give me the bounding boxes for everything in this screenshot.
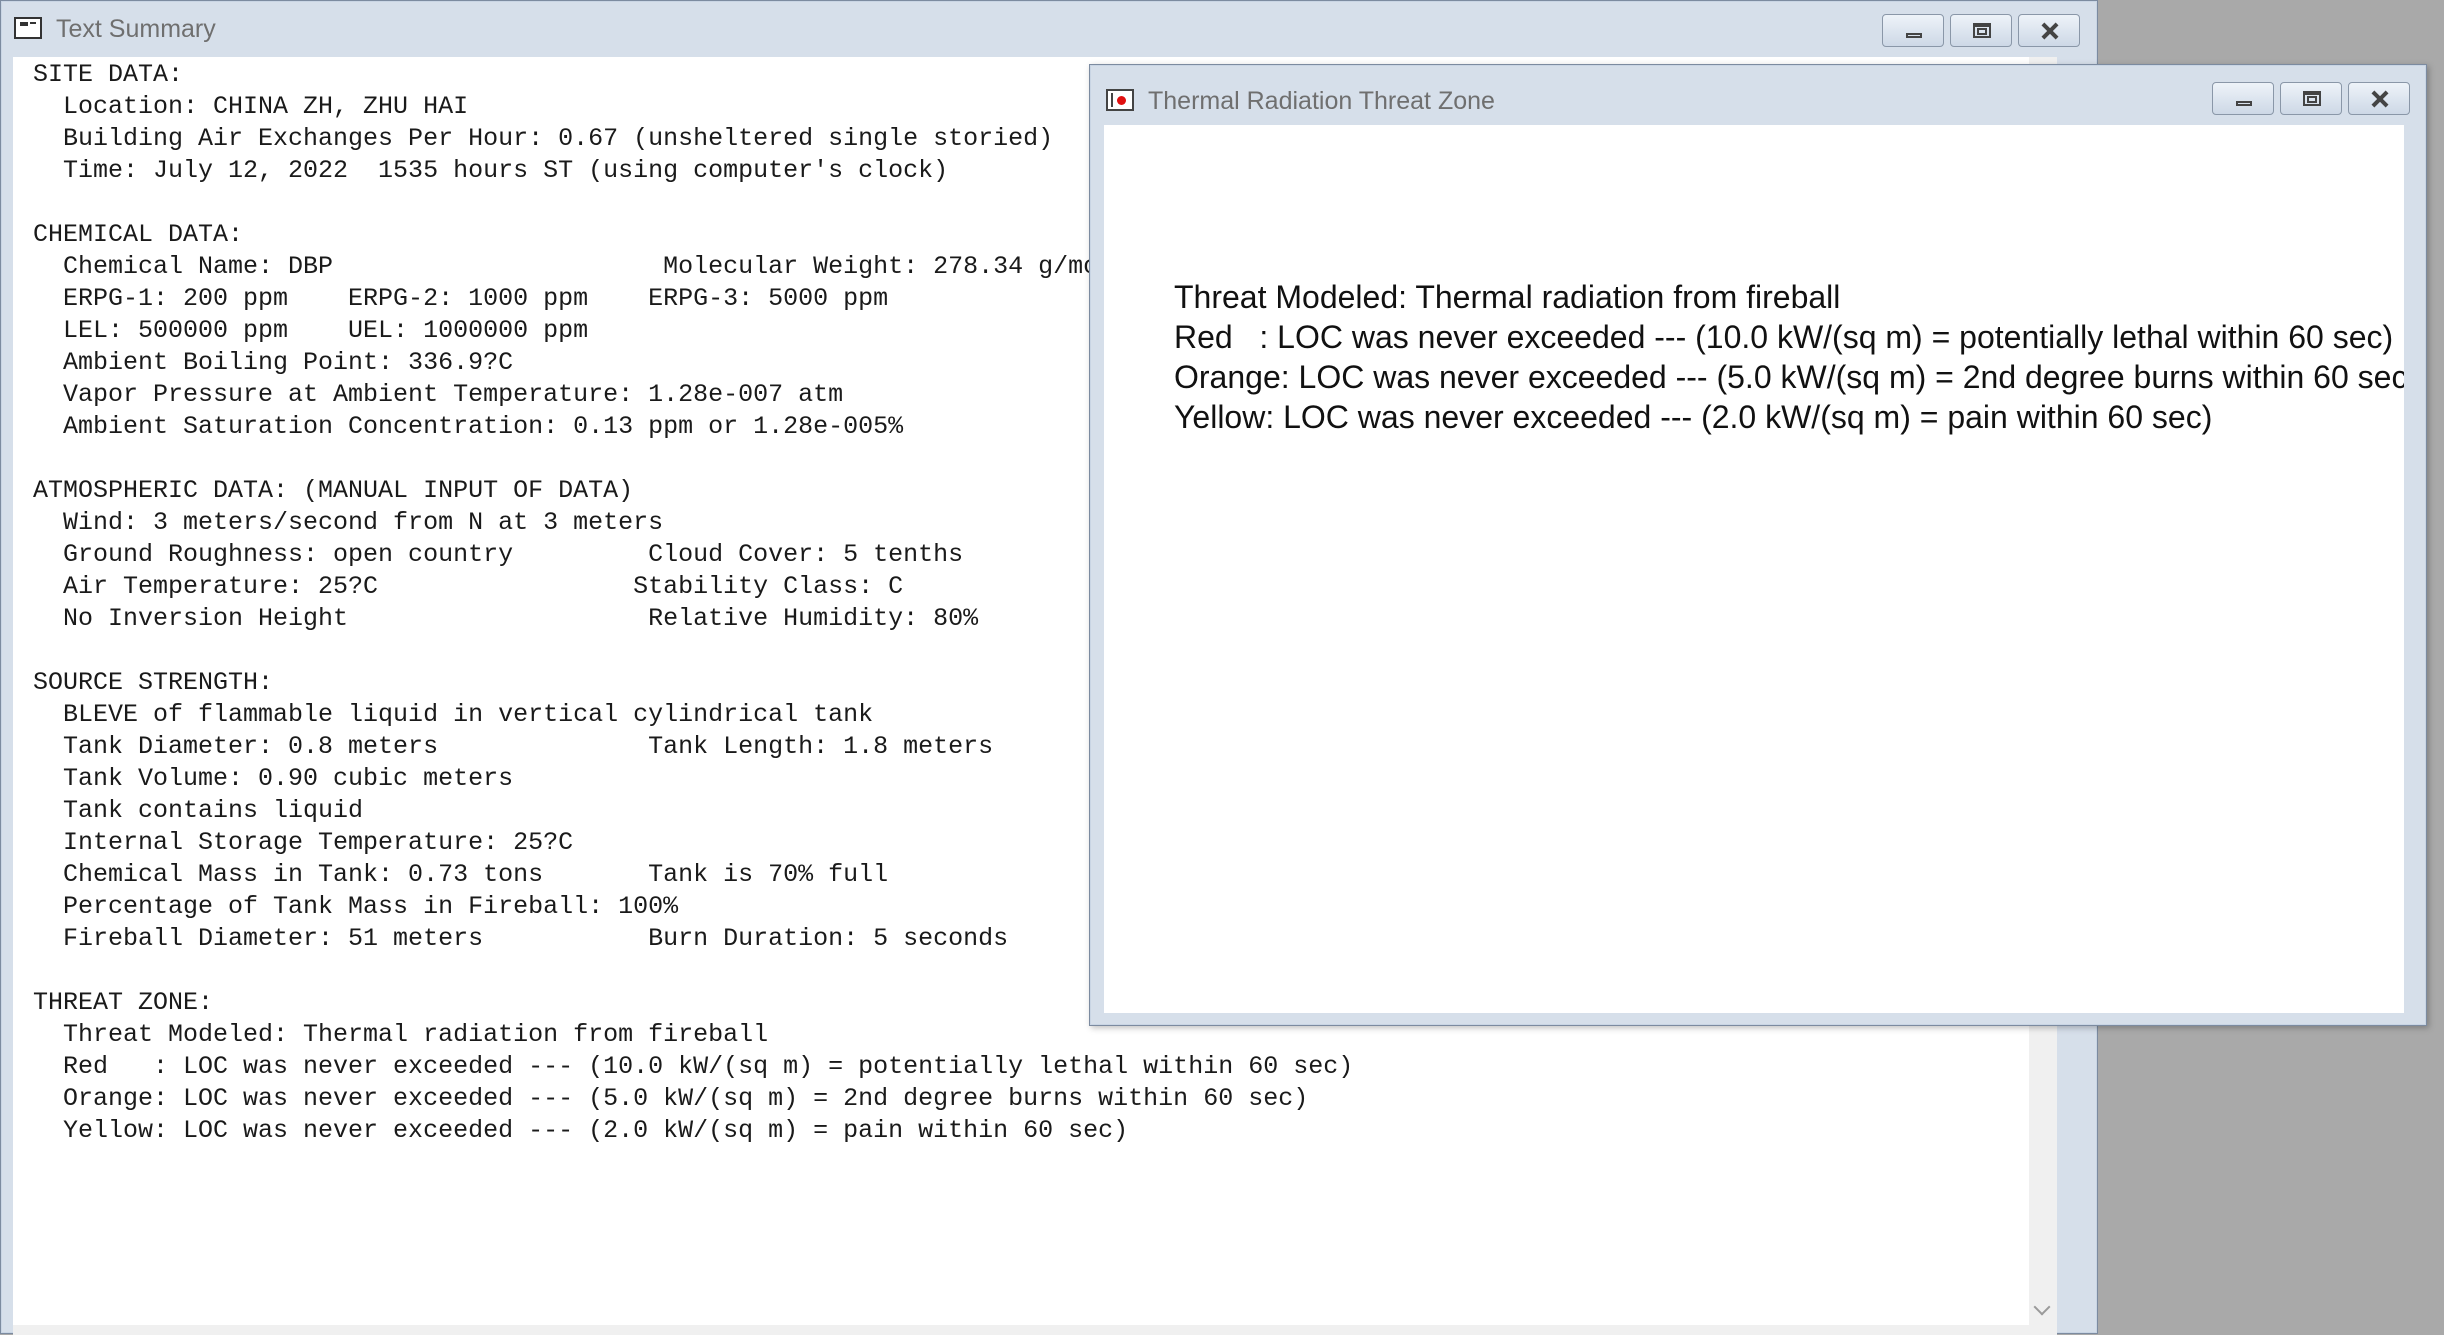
summary-line: Location: CHINA ZH, ZHU HAI [63,92,469,121]
summary-line: CHEMICAL DATA: [33,220,244,249]
threat-red-text: Red : LOC was never exceeded --- (10.0 k… [1174,319,2394,355]
summary-line: BLEVE of flammable liquid in vertical cy… [63,700,874,729]
minimize-button[interactable] [1882,14,1944,47]
summary-line: Percentage of Tank Mass in Fireball: 100… [63,892,679,921]
summary-title-bar[interactable]: Text Summary [1,1,2097,57]
threat-window-controls [2212,82,2410,115]
close-button[interactable] [2348,82,2410,115]
summary-line: ERPG-1: 200 ppm ERPG-2: 1000 ppm ERPG-3:… [63,284,889,313]
summary-line: Internal Storage Temperature: 25?C [63,828,574,857]
summary-line: SITE DATA: [33,60,184,89]
threat-zone-content: Threat Modeled: Thermal radiation from f… [1104,125,2404,1013]
summary-line: Fireball Diameter: 51 meters Burn Durati… [63,924,1009,953]
threat-orange-text: Orange: LOC was never exceeded --- (5.0 … [1174,359,2404,395]
summary-window-title: Text Summary [56,15,216,43]
summary-line: Air Temperature: 25?C Stability Class: C [63,572,904,601]
threat-yellow-text: Yellow: LOC was never exceeded --- (2.0 … [1174,399,2213,435]
summary-line: Tank Volume: 0.90 cubic meters [63,764,514,793]
summary-line: Red : LOC was never exceeded --- (10.0 k… [63,1052,1354,1081]
summary-line: No Inversion Height Relative Humidity: 8… [63,604,979,633]
threat-modeled-text: Threat Modeled: Thermal radiation from f… [1174,279,1841,315]
summary-line: Yellow: LOC was never exceeded --- (2.0 … [63,1116,1129,1145]
summary-line: Vapor Pressure at Ambient Temperature: 1… [63,380,844,409]
summary-line: Ground Roughness: open country Cloud Cov… [63,540,964,569]
close-button[interactable] [2018,14,2080,47]
summary-line: THREAT ZONE: [33,988,214,1017]
summary-line: Chemical Name: DBP Molecular Weight: 278… [63,252,1114,281]
summary-line: Ambient Saturation Concentration: 0.13 p… [63,412,904,441]
summary-line: Tank Diameter: 0.8 meters Tank Length: 1… [63,732,994,761]
summary-line: Wind: 3 meters/second from N at 3 meters [63,508,664,537]
summary-line: Chemical Mass in Tank: 0.73 tons Tank is… [63,860,889,889]
threat-window-title: Thermal Radiation Threat Zone [1148,87,1495,115]
summary-window-controls [1882,14,2080,47]
restore-button[interactable] [1950,14,2012,47]
restore-button[interactable] [2280,82,2342,115]
summary-line: ATMOSPHERIC DATA: (MANUAL INPUT OF DATA) [33,476,634,505]
summary-line: Building Air Exchanges Per Hour: 0.67 (u… [63,124,1054,153]
summary-line: Tank contains liquid [63,796,364,825]
text-document-icon [14,17,42,39]
threat-title-bar[interactable]: Thermal Radiation Threat Zone [1090,65,2426,121]
summary-line: Orange: LOC was never exceeded --- (5.0 … [63,1084,1309,1113]
chevron-down-icon[interactable] [2033,1298,2051,1316]
summary-line: SOURCE STRENGTH: [33,668,274,697]
summary-line: Threat Modeled: Thermal radiation from f… [63,1020,769,1049]
summary-line: Ambient Boiling Point: 336.9?C [63,348,514,377]
summary-line: Time: July 12, 2022 1535 hours ST (using… [63,156,949,185]
threat-zone-icon [1106,89,1134,111]
summary-line: LEL: 500000 ppm UEL: 1000000 ppm [63,316,589,345]
threat-zone-window: Thermal Radiation Threat Zone Threat Mod… [1089,64,2427,1026]
minimize-button[interactable] [2212,82,2274,115]
